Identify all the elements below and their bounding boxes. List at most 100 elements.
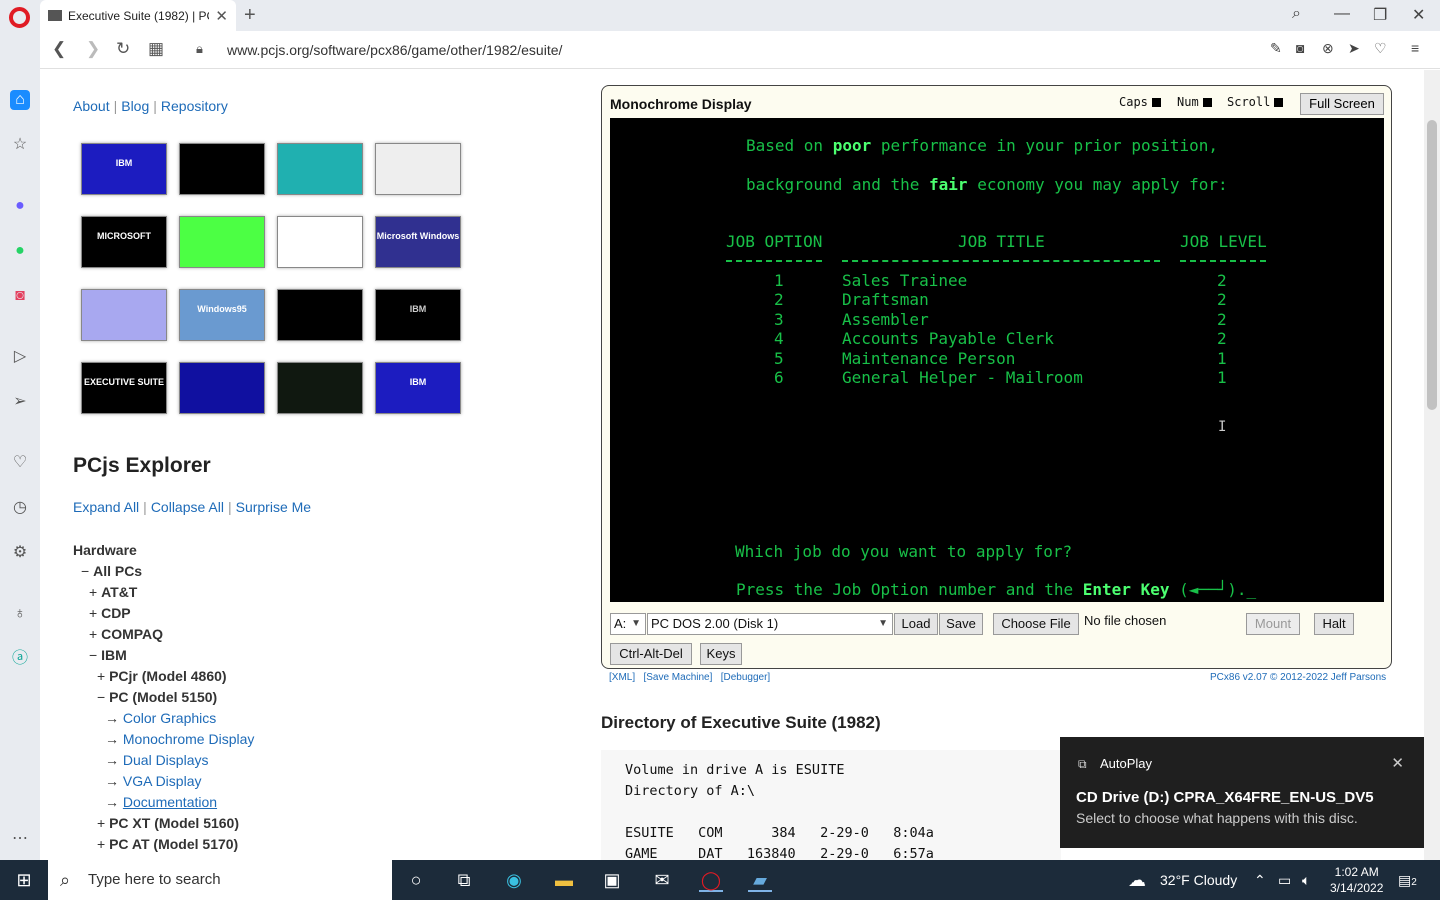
gallery-thumbnail[interactable] xyxy=(277,216,363,268)
bookmarks-heart-icon[interactable]: ♡ xyxy=(10,453,30,473)
gallery-thumbnail[interactable]: Microsoft Windows xyxy=(375,216,461,268)
more-icon[interactable]: ⋯ xyxy=(10,829,30,849)
flow-icon[interactable]: ➢ xyxy=(10,392,30,412)
weather-text[interactable]: 32°F Cloudy xyxy=(1160,860,1237,900)
opera-taskbar-icon[interactable]: ◯ xyxy=(699,868,723,892)
notifications-icon[interactable]: ▤2 xyxy=(1398,860,1417,903)
menu-icon[interactable]: ≡ xyxy=(1411,40,1419,56)
clock[interactable]: 1:02 AM 3/14/2022 xyxy=(1330,864,1383,896)
gallery-thumbnail[interactable]: EXECUTIVE SUITE xyxy=(81,362,167,414)
gallery-thumbnail[interactable] xyxy=(179,143,265,195)
gallery-thumbnail[interactable] xyxy=(375,143,461,195)
tree-node[interactable]: + CDP xyxy=(73,603,254,624)
volume-icon[interactable]: 🔈︎ xyxy=(1302,860,1310,900)
tab-close-icon[interactable]: ✕ xyxy=(215,7,228,25)
url-field[interactable]: www.pcjs.org/software/pcx86/game/other/1… xyxy=(227,42,562,58)
toast-close-icon[interactable]: ✕ xyxy=(1391,754,1404,772)
tabs-grid-icon[interactable]: ▦ xyxy=(148,39,164,59)
page-scrollbar[interactable] xyxy=(1424,70,1440,860)
heart-icon[interactable]: ♡ xyxy=(1374,40,1387,57)
player-icon[interactable]: ▷ xyxy=(10,347,30,367)
tree-node[interactable]: − All PCs xyxy=(73,561,254,582)
file-explorer-icon[interactable]: ▬ xyxy=(552,868,576,892)
taskbar-search[interactable]: ⌕ Type here to search xyxy=(48,860,392,900)
tree-node[interactable]: → Dual Displays xyxy=(73,750,254,771)
mail-icon[interactable]: ✉ xyxy=(650,868,674,892)
tree-node[interactable]: − PC (Model 5150) xyxy=(73,687,254,708)
tree-node[interactable]: → Monochrome Display xyxy=(73,729,254,750)
weather-cloud-icon[interactable]: ☁ xyxy=(1128,860,1146,900)
surprise-me-link[interactable]: Surprise Me xyxy=(236,499,311,515)
autoplay-notification[interactable]: ⧉ AutoPlay ✕ CD Drive (D:) CPRA_X64FRE_E… xyxy=(1060,737,1424,848)
gallery-thumbnail[interactable]: IBM xyxy=(375,362,461,414)
gallery-thumbnail[interactable] xyxy=(179,362,265,414)
halt-button[interactable]: Halt xyxy=(1314,613,1354,635)
restore-icon[interactable]: ❐ xyxy=(1373,5,1387,25)
monochrome-screen[interactable]: Based on poor performance in your prior … xyxy=(610,118,1384,602)
settings-gear-icon[interactable]: ⚙ xyxy=(10,543,30,563)
back-icon[interactable]: ❮ xyxy=(52,39,66,59)
tree-node[interactable]: + COMPAQ xyxy=(73,624,254,645)
save-button[interactable]: Save xyxy=(939,613,983,635)
app-taskbar-icon[interactable]: ▰ xyxy=(748,868,772,892)
mount-button[interactable]: Mount xyxy=(1246,613,1300,635)
tips-bulb-icon[interactable]: ♁ xyxy=(10,604,30,624)
tree-node[interactable]: + PC XT (Model 5160) xyxy=(73,813,254,834)
edge-icon[interactable]: ◉ xyxy=(502,868,526,892)
opera-logo-icon[interactable] xyxy=(9,7,30,28)
cortana-icon[interactable]: ○ xyxy=(404,868,428,892)
collapse-all-link[interactable]: Collapse All xyxy=(151,499,224,515)
forward-icon[interactable]: ❯ xyxy=(86,39,100,59)
share-icon[interactable]: ✎ xyxy=(1270,40,1282,57)
tree-node[interactable]: → Color Graphics xyxy=(73,708,254,729)
network-icon[interactable]: ▭ xyxy=(1278,860,1291,900)
adblock-icon[interactable]: ⊗ xyxy=(1322,40,1334,57)
gallery-thumbnail[interactable]: IBM xyxy=(81,143,167,195)
load-button[interactable]: Load xyxy=(894,613,938,635)
tree-node[interactable]: → Documentation xyxy=(73,792,254,813)
gallery-thumbnail[interactable] xyxy=(81,289,167,341)
browser-tab[interactable]: Executive Suite (1982) | PC ✕ xyxy=(40,0,236,31)
tree-node[interactable]: + PC AT (Model 5170) xyxy=(73,834,254,855)
expand-all-link[interactable]: Expand All xyxy=(73,499,139,515)
gallery-thumbnail[interactable]: Windows95 xyxy=(179,289,265,341)
store-icon[interactable]: ▣ xyxy=(600,868,624,892)
scrollbar-thumb[interactable] xyxy=(1427,120,1437,410)
gallery-thumbnail[interactable] xyxy=(277,289,363,341)
choose-file-button[interactable]: Choose File xyxy=(993,613,1079,635)
about-link[interactable]: About xyxy=(73,98,110,114)
home-icon[interactable]: ⌂ xyxy=(10,90,30,110)
gallery-thumbnail[interactable]: IBM xyxy=(375,289,461,341)
minimize-icon[interactable]: — xyxy=(1334,5,1350,23)
search-tabs-icon[interactable]: ⌕ xyxy=(1292,5,1301,23)
keys-button[interactable]: Keys xyxy=(700,643,742,665)
tray-chevron-icon[interactable]: ⌃ xyxy=(1254,860,1266,900)
full-screen-button[interactable]: Full Screen xyxy=(1300,93,1384,115)
tree-node[interactable]: + PCjr (Model 4860) xyxy=(73,666,254,687)
messenger-icon[interactable]: ● xyxy=(10,196,30,216)
snapshot-icon[interactable]: ◙ xyxy=(1296,40,1304,56)
aria-icon[interactable]: ⓐ xyxy=(10,649,30,669)
windows-start-icon[interactable]: ⊞ xyxy=(12,868,36,892)
blog-link[interactable]: Blog xyxy=(121,98,149,114)
tree-node[interactable]: Hardware xyxy=(73,540,254,561)
send-icon[interactable]: ➤ xyxy=(1348,40,1360,57)
instagram-icon[interactable]: ◙ xyxy=(10,286,30,306)
gallery-thumbnail[interactable] xyxy=(277,362,363,414)
machine-footer-links[interactable]: [XML] [Save Machine] [Debugger] xyxy=(609,672,770,683)
whatsapp-icon[interactable]: ● xyxy=(10,241,30,261)
repository-link[interactable]: Repository xyxy=(161,98,228,114)
tree-node[interactable]: → VGA Display xyxy=(73,771,254,792)
tree-node[interactable]: + AT&T xyxy=(73,582,254,603)
ctrl-alt-del-button[interactable]: Ctrl-Alt-Del xyxy=(610,643,692,665)
disk-select[interactable]: PC DOS 2.00 (Disk 1) ▼ xyxy=(647,613,893,635)
reload-icon[interactable]: ↻ xyxy=(116,39,130,59)
drive-select[interactable]: A: ▼ xyxy=(610,613,646,635)
history-icon[interactable]: ◷ xyxy=(10,498,30,518)
gallery-thumbnail[interactable] xyxy=(179,216,265,268)
tree-node[interactable]: − IBM xyxy=(73,645,254,666)
new-tab-icon[interactable]: + xyxy=(244,4,256,27)
speed-dial-icon[interactable]: ☆ xyxy=(10,135,30,155)
task-view-icon[interactable]: ⧉ xyxy=(452,868,476,892)
close-window-icon[interactable]: ✕ xyxy=(1412,5,1425,25)
